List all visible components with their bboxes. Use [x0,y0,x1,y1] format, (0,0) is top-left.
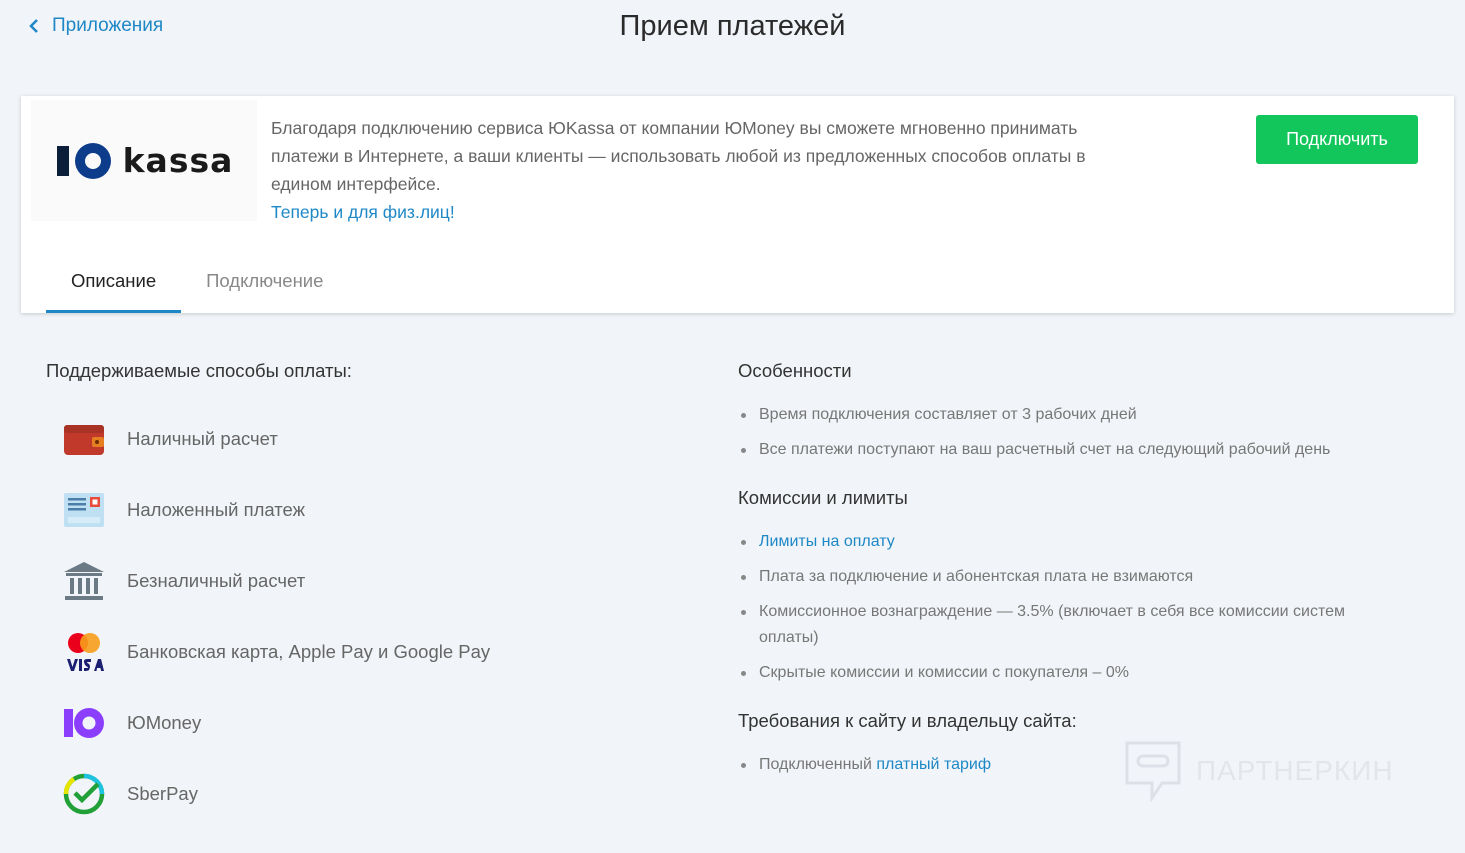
bank-icon [54,556,114,606]
sberpay-icon [54,769,114,819]
list-item: Время подключения составляет от 3 рабочи… [738,402,1358,428]
top-bar: Приложения Прием платежей [0,0,1465,60]
tab-description[interactable]: Описание [46,251,182,313]
promo-link[interactable]: Теперь и для физ.лиц! [271,198,1091,226]
payment-methods-heading: Поддерживаемые способы оплаты: [46,360,352,381]
method-label: Наличный расчет [127,427,278,449]
method-label: Наложенный платеж [127,498,306,520]
payment-methods-list: Наличный расчет Наложенный платеж Безнал… [46,403,686,829]
fees-heading: Комиссии и лимиты [738,487,908,508]
yookassa-logo: kassa [31,100,257,221]
tab-connection[interactable]: Подключение [181,251,348,313]
list-item: Плата за подключение и абонентская плата… [738,564,1358,590]
payment-method-bank-transfer: Безналичный расчет [46,545,686,616]
list-item: Скрытые комиссии и комиссии с покупателя… [738,660,1358,686]
features-list: Время подключения составляет от 3 рабочи… [738,402,1358,463]
watermark: ПАРТНЕРКИН [1124,740,1394,802]
requirements-heading: Требования к сайту и владельцу сайта: [738,710,1077,731]
mastercard-visa-icon [54,627,114,677]
description-text: Благодаря подключению сервиса ЮKassa от … [271,118,1086,194]
tab-bar: Описание Подключение [46,251,348,313]
app-description: Благодаря подключению сервиса ЮKassa от … [271,114,1091,226]
list-item: Лимиты на оплату [738,529,1358,555]
method-label: ЮMoney [127,711,202,733]
details-section: Особенности Время подключения составляет… [738,360,1358,802]
cod-invoice-icon [54,485,114,535]
list-item: Комиссионное вознаграждение — 3.5% (вклю… [738,599,1358,651]
method-label: Банковская карта, Apple Pay и Google Pay [127,640,491,662]
paid-tariff-link[interactable]: платный тариф [876,756,991,773]
method-label: Безналичный расчет [127,569,306,591]
payment-method-card: Банковская карта, Apple Pay и Google Pay [46,616,686,687]
connect-button[interactable]: Подключить [1256,115,1418,164]
payment-methods-section: Поддерживаемые способы оплаты: Наличный … [46,360,686,829]
fees-list: Лимиты на оплату Плата за подключение и … [738,529,1358,686]
payment-method-sberpay: SberPay [46,758,686,829]
wallet-icon [54,414,114,464]
app-card: kassa Благодаря подключению сервиса ЮKas… [21,96,1454,313]
watermark-text: ПАРТНЕРКИН [1196,755,1394,786]
watermark-logo-icon [1125,741,1181,802]
page-title: Прием платежей [619,10,846,42]
payment-method-cash: Наличный расчет [46,403,686,474]
method-label: SberPay [127,782,198,804]
yoomoney-icon [54,698,114,748]
payment-method-yoomoney: ЮMoney [46,687,686,758]
payment-limits-link[interactable]: Лимиты на оплату [759,533,895,550]
list-item: Все платежи поступают на ваш расчетный с… [738,437,1358,463]
features-heading: Особенности [738,360,852,381]
payment-method-cod: Наложенный платеж [46,474,686,545]
requirement-text: Подключенный [759,756,877,773]
yookassa-logo-icon [56,142,111,179]
logo-word: kassa [122,141,234,180]
